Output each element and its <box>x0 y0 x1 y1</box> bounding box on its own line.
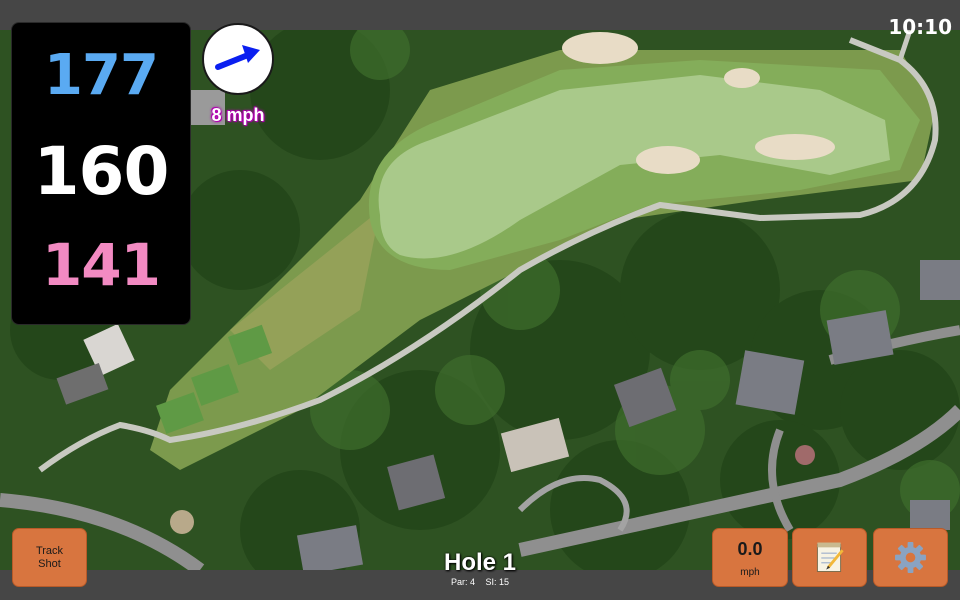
distance-middle: 160 <box>33 133 170 210</box>
wind-speed-label: 8 mph <box>211 105 265 125</box>
wind-indicator <box>202 23 274 95</box>
hole-stroke-index: SI: 15 <box>485 577 510 587</box>
notepad-icon <box>816 542 844 572</box>
notes-button[interactable] <box>792 528 867 587</box>
distance-front: 141 <box>41 231 161 299</box>
speed-unit: mph <box>740 567 760 578</box>
distance-panel[interactable]: 177 160 141 <box>11 22 191 325</box>
hole-details: Par: 4 SI: 15 <box>380 577 580 587</box>
gear-icon <box>895 542 926 573</box>
track-shot-button[interactable]: Track Shot <box>12 528 87 587</box>
hole-par: Par: 4 <box>450 577 475 587</box>
speed-value: 0.0 <box>737 539 763 559</box>
hole-title: Hole 1 <box>443 549 517 576</box>
distance-back: 177 <box>44 43 159 108</box>
settings-button[interactable] <box>873 528 948 587</box>
wind-direction-arrow-icon <box>215 45 260 70</box>
track-shot-label: Track Shot <box>35 545 64 570</box>
clock-time: 10:10 <box>888 15 952 39</box>
speed-button[interactable]: 0.0 mph <box>712 528 788 587</box>
